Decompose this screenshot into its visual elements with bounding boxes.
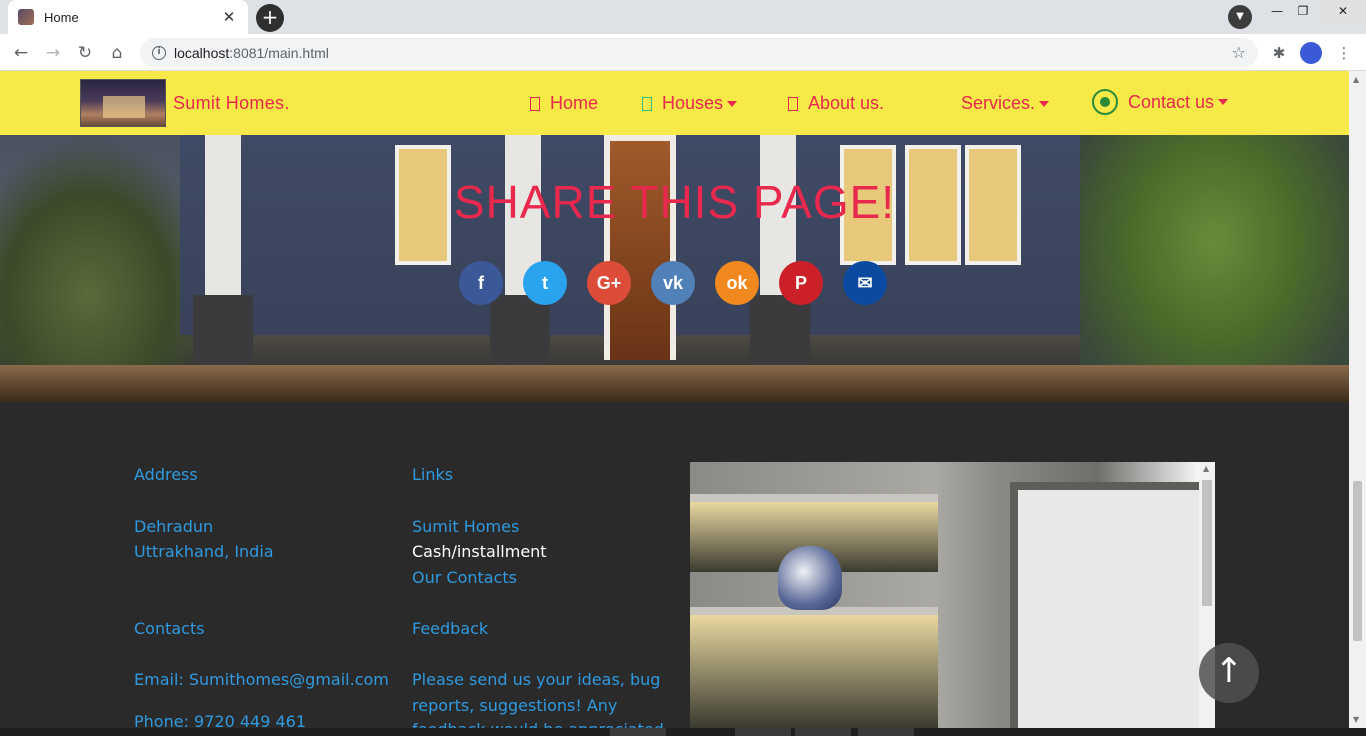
feedback-text-line: Please send us your ideas, bug — [412, 670, 661, 689]
reload-icon[interactable]: ↻ — [72, 40, 98, 66]
menu-kebab-icon[interactable]: ⋮ — [1332, 41, 1356, 65]
share-buttons: f t G+ vk ok P ✉ — [459, 261, 887, 305]
about-nav-icon — [788, 96, 798, 111]
vase — [778, 546, 842, 610]
favicon-icon — [18, 9, 34, 25]
address-bar[interactable]: i localhost:8081/main.html ☆ — [140, 38, 1258, 67]
facebook-share-button[interactable]: f — [459, 261, 503, 305]
nav-contact-label: Contact us — [1128, 91, 1215, 112]
forward-arrow-icon[interactable]: → — [40, 40, 66, 66]
home-nav-icon — [530, 96, 540, 111]
address-line-city: Dehradun — [134, 517, 214, 536]
feedback-heading: Feedback — [412, 619, 489, 638]
page-scroll-thumb[interactable] — [1353, 481, 1362, 641]
feedback-text-line: reports, suggestions! Any — [412, 696, 618, 715]
odnoklassniki-share-button[interactable]: ok — [715, 261, 759, 305]
taskbar-item[interactable] — [858, 728, 914, 736]
nav-services-label: Services. — [961, 93, 1036, 113]
google-plus-share-button[interactable]: G+ — [587, 261, 631, 305]
shelf — [690, 494, 938, 502]
frame-scroll-thumb[interactable] — [1202, 480, 1212, 606]
tab-search-icon[interactable]: ▼ — [1228, 5, 1252, 29]
page-scrollbar[interactable]: ▲ ▼ — [1349, 71, 1366, 728]
shelf-light — [690, 615, 938, 728]
share-title: SHARE THIS PAGE! — [453, 176, 896, 228]
url-host: localhost — [174, 44, 230, 61]
browser-tab-home[interactable]: Home ✕ — [8, 0, 248, 34]
hero-porch-floor — [0, 365, 1349, 402]
site-navbar: Sumit Homes. Home Houses About us. Servi… — [0, 71, 1349, 135]
bookmark-star-icon[interactable]: ☆ — [1232, 43, 1246, 62]
contact-email[interactable]: Email: Sumithomes@gmail.com — [134, 670, 389, 689]
site-info-icon[interactable]: i — [152, 45, 166, 60]
pinterest-share-button[interactable]: P — [779, 261, 823, 305]
nav-about-label: About us. — [808, 93, 885, 113]
window-close-button[interactable]: ✕ — [1320, 0, 1366, 22]
embedded-image-frame[interactable]: ▲ — [690, 462, 1215, 728]
vk-share-button[interactable]: vk — [651, 261, 695, 305]
caret-down-icon — [1039, 100, 1050, 107]
whatsapp-icon — [1092, 89, 1118, 115]
brand-name[interactable]: Sumit Homes. — [173, 93, 290, 114]
back-arrow-icon[interactable]: ← — [8, 40, 34, 66]
extensions-puzzle-icon[interactable]: ✱ — [1267, 41, 1291, 65]
address-line-state: Uttrakhand, India — [134, 542, 274, 561]
link-our-contacts[interactable]: Our Contacts — [412, 568, 517, 587]
caret-down-icon — [1218, 99, 1229, 105]
doorframe — [1010, 482, 1200, 728]
browser-toolbar: ← → ↻ ⌂ i localhost:8081/main.html ☆ ✱ ⋮ — [0, 34, 1366, 71]
hero-door — [604, 135, 676, 360]
nav-home-label: Home — [550, 93, 599, 113]
os-taskbar — [0, 728, 1366, 736]
brand-logo-image[interactable] — [80, 79, 166, 127]
scroll-up-arrow-icon[interactable]: ▲ — [1353, 75, 1359, 84]
links-heading: Links — [412, 465, 454, 484]
url-path: :8081/main.html — [229, 44, 329, 61]
address-heading: Address — [134, 465, 198, 484]
interior-shelf-image — [690, 462, 1200, 728]
nav-services[interactable]: Services. — [961, 93, 1050, 114]
twitter-share-button[interactable]: t — [523, 261, 567, 305]
taskbar-item[interactable] — [795, 728, 851, 736]
email-share-button[interactable]: ✉ — [843, 261, 887, 305]
nav-houses-label: Houses — [662, 93, 724, 113]
tab-title: Home — [44, 9, 79, 25]
new-tab-button[interactable]: + — [256, 4, 284, 32]
caret-down-icon — [727, 100, 738, 107]
profile-avatar[interactable] — [1300, 42, 1322, 64]
link-cash-installment[interactable]: Cash/installment — [412, 542, 547, 561]
houses-nav-icon — [642, 96, 652, 111]
nav-about[interactable]: About us. — [788, 93, 884, 114]
nav-contact[interactable]: Contact us — [1092, 89, 1229, 115]
taskbar-item[interactable] — [735, 728, 791, 736]
contacts-heading: Contacts — [134, 619, 205, 638]
contact-phone[interactable]: Phone: 9720 449 461 — [134, 712, 306, 728]
scroll-up-arrow-icon[interactable]: ▲ — [1203, 464, 1209, 473]
tab-close-icon[interactable]: ✕ — [220, 8, 238, 26]
browser-tabstrip: Home ✕ + ▼ — ❐ ✕ — [0, 0, 1366, 34]
nav-home[interactable]: Home — [530, 93, 598, 114]
home-icon[interactable]: ⌂ — [104, 40, 130, 66]
page-viewport: Sumit Homes. Home Houses About us. Servi… — [0, 71, 1349, 728]
taskbar-item[interactable] — [610, 728, 666, 736]
nav-houses[interactable]: Houses — [642, 93, 738, 114]
back-to-top-arrow-icon[interactable]: ↑ — [1199, 643, 1259, 703]
feedback-text-line: feedback would be appreciated — [412, 720, 664, 728]
scroll-down-arrow-icon[interactable]: ▼ — [1353, 715, 1359, 724]
link-sumit-homes[interactable]: Sumit Homes — [412, 517, 519, 536]
